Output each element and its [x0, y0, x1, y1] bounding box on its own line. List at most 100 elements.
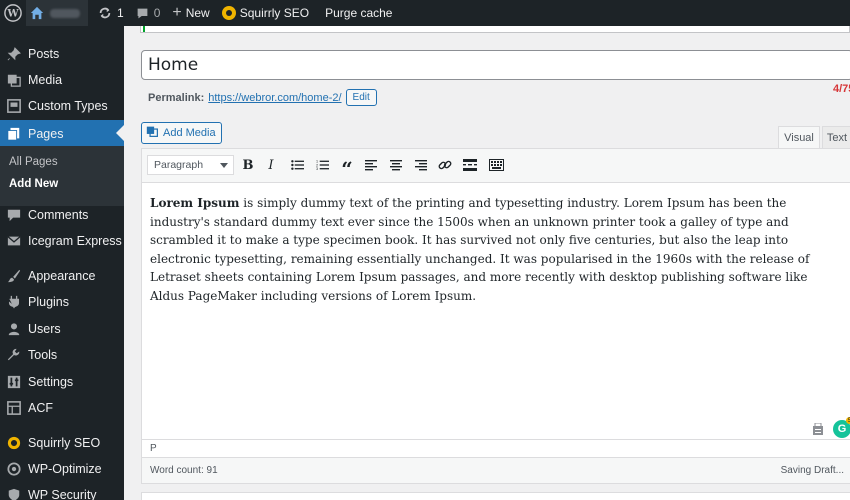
squirrly-label: Squirrly SEO [239, 6, 310, 20]
blockquote-button[interactable]: “ [338, 156, 356, 181]
align-center-button[interactable] [387, 156, 405, 174]
admin-bar: W 1 0 + New Squirrly SEO Purge cache [0, 0, 850, 26]
sidebar-item-wp-security[interactable]: WP Security [0, 482, 124, 500]
admin-sidebar: Posts Media Custom Types Pages All Pages… [0, 26, 124, 500]
sidebar-item-plugins[interactable]: Plugins [0, 289, 124, 315]
link-icon[interactable] [436, 156, 454, 174]
post-title-value: Home [148, 55, 199, 75]
main-content: Home Permalink: https://webror.com/home-… [124, 26, 850, 500]
wordpress-logo-icon[interactable]: W [0, 0, 26, 26]
sidebar-item-tools[interactable]: Tools [0, 342, 124, 368]
refresh-icon [98, 6, 112, 20]
numbered-list-button[interactable]: 123 [313, 156, 331, 174]
media-icon [146, 125, 159, 141]
sidebar-item-posts[interactable]: Posts [0, 41, 124, 67]
sidebar-item-label: Users [28, 322, 61, 336]
grammarly-count-badge: 5 [846, 417, 850, 424]
sidebar-item-label: Media [28, 73, 63, 87]
updates-menu[interactable]: 1 [92, 0, 130, 26]
wrench-icon [7, 348, 21, 362]
align-right-button[interactable] [412, 156, 430, 174]
squirrly-menu[interactable]: Squirrly SEO [216, 0, 315, 26]
post-title-input[interactable]: Home [141, 50, 850, 80]
bold-button[interactable]: B [239, 156, 257, 174]
sidebar-item-acf[interactable]: ACF [0, 395, 124, 421]
squirrly-icon [7, 436, 21, 450]
bullet-list-button[interactable] [288, 156, 306, 174]
comments-count: 0 [153, 6, 161, 20]
pages-submenu: All Pages Add New [0, 146, 124, 206]
comment-icon [7, 208, 21, 222]
sidebar-item-label: Icegram Express [28, 234, 122, 248]
submenu-all-pages[interactable]: All Pages [9, 156, 58, 168]
content-editor: Paragraph B I 123 “ Lorem Ipsum is simpl… [141, 148, 850, 484]
edit-permalink-button[interactable]: Edit [345, 89, 377, 106]
editor-status-bar: Word count: 91 Saving Draft... [142, 457, 850, 483]
plus-icon: + [172, 4, 182, 21]
permalink-label: Permalink: [148, 91, 205, 104]
document-icon[interactable] [812, 422, 824, 435]
editor-body[interactable]: Lorem Ipsum is simply dummy text of the … [150, 194, 840, 306]
sidebar-item-users[interactable]: Users [0, 316, 124, 342]
sidebar-item-comments[interactable]: Comments [0, 202, 124, 228]
next-meta-box [141, 492, 850, 500]
site-name-menu[interactable] [26, 0, 88, 26]
sidebar-item-appearance[interactable]: Appearance [0, 263, 124, 289]
sidebar-item-label: Pages [28, 126, 64, 141]
new-label: New [185, 6, 210, 20]
sidebar-item-label: Comments [28, 208, 89, 222]
status-indicator [143, 26, 145, 32]
tab-text[interactable]: Text [822, 126, 850, 148]
sidebar-item-label: Tools [28, 348, 58, 362]
svg-text:3: 3 [316, 167, 318, 171]
submenu-add-new[interactable]: Add New [9, 178, 58, 190]
align-left-button[interactable] [362, 156, 380, 174]
permalink-link[interactable]: https://webror.com/home-2/ [208, 92, 341, 104]
chevron-down-icon [220, 163, 228, 168]
content-text: is simply dummy text of the printing and… [150, 196, 810, 303]
sidebar-item-label: Posts [28, 47, 60, 61]
format-select[interactable]: Paragraph [147, 155, 234, 175]
mail-icon [7, 234, 21, 248]
sidebar-item-custom-types[interactable]: Custom Types [0, 93, 124, 119]
previous-box-edge [140, 26, 850, 33]
custom-types-icon [7, 99, 21, 113]
new-content-menu[interactable]: + New [166, 0, 215, 26]
purge-cache-label: Purge cache [325, 6, 393, 20]
squirrly-logo-icon [221, 6, 236, 20]
pin-icon [7, 47, 21, 61]
sidebar-item-icegram-express[interactable]: Icegram Express [0, 228, 124, 254]
sidebar-item-media[interactable]: Media [0, 67, 124, 93]
svg-text:W: W [6, 9, 19, 20]
read-more-button[interactable] [461, 156, 479, 174]
editor-toolbar: Paragraph B I 123 “ [142, 149, 850, 183]
sidebar-item-label: Custom Types [28, 99, 108, 113]
comments-menu[interactable]: 0 [130, 0, 167, 26]
toolbar-toggle-button[interactable] [487, 156, 505, 174]
add-media-label: Add Media [163, 127, 216, 139]
sidebar-item-label: ACF [28, 401, 53, 415]
settings-icon [7, 375, 21, 389]
sidebar-item-settings[interactable]: Settings [0, 369, 124, 395]
format-select-value: Paragraph [154, 159, 204, 171]
sidebar-item-pages[interactable]: Pages [0, 120, 124, 147]
title-counter: 4/75 [833, 83, 850, 95]
pages-icon [7, 127, 21, 141]
tab-visual[interactable]: Visual [778, 126, 820, 148]
sidebar-item-label: Settings [28, 375, 74, 389]
acf-icon [7, 401, 21, 415]
home-icon [30, 6, 44, 20]
content-bold-text: Lorem Ipsum [150, 196, 240, 210]
italic-button[interactable]: I [262, 156, 280, 174]
permalink-row: Permalink: https://webror.com/home-2/ Ed… [148, 89, 377, 106]
plugin-icon [7, 295, 21, 309]
sidebar-item-squirrly-seo[interactable]: Squirrly SEO [0, 430, 124, 456]
sidebar-item-label: WP-Optimize [28, 462, 102, 476]
sidebar-item-label: Plugins [28, 295, 69, 309]
sidebar-item-label: Squirrly SEO [28, 436, 101, 450]
sidebar-item-wp-optimize[interactable]: WP-Optimize [0, 456, 124, 482]
brush-icon [7, 269, 21, 283]
add-media-button[interactable]: Add Media [141, 122, 222, 144]
purge-cache-menu[interactable]: Purge cache [319, 0, 398, 26]
sidebar-item-label: Appearance [28, 269, 96, 283]
